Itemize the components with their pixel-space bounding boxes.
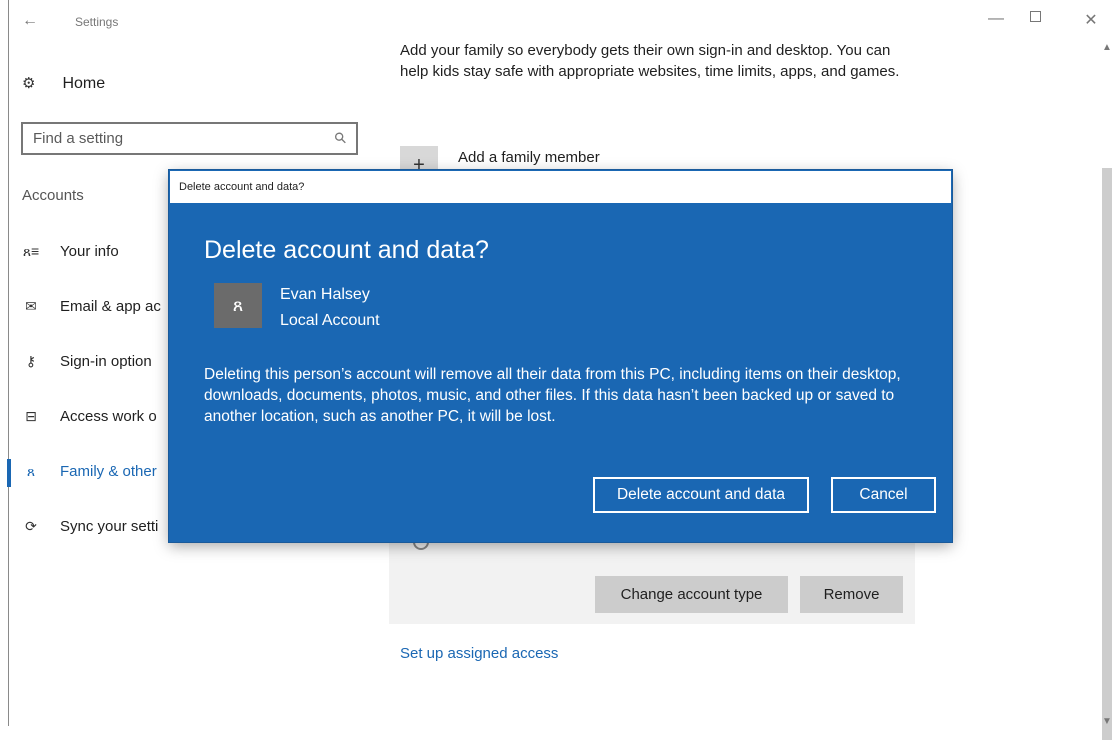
dialog-warning-text: Deleting this person’s account will remo… <box>204 366 901 425</box>
sidebar-item-label: Family & other <box>60 463 157 480</box>
minimize-button[interactable]: — <box>983 10 1009 28</box>
sync-icon: ⟳ <box>25 518 37 534</box>
cancel-button[interactable]: Cancel <box>831 477 936 513</box>
search-icon[interactable]: ⚲ <box>330 128 351 148</box>
dialog-title-bar: Delete account and data? <box>169 170 952 204</box>
mail-icon: ✉ <box>25 298 37 314</box>
close-button[interactable]: ✕ <box>1078 10 1104 30</box>
home-label: Home <box>62 75 106 92</box>
user-name: Evan Halsey <box>280 286 370 303</box>
add-family-member-label: Add a family member <box>458 149 600 166</box>
user-account-type: Local Account <box>280 312 380 329</box>
search-input[interactable] <box>33 130 313 147</box>
scroll-up-arrow-icon[interactable]: ▲ <box>1102 42 1112 53</box>
change-account-type-button[interactable]: Change account type <box>595 576 788 613</box>
remove-button[interactable]: Remove <box>800 576 903 613</box>
sidebar-item-label: Sign-in option <box>60 353 152 370</box>
sidebar-item-label: Email & app ac <box>60 298 161 315</box>
key-icon: ⚷ <box>25 353 37 369</box>
briefcase-icon: ⊟ <box>25 408 37 424</box>
assigned-access-link[interactable]: Set up assigned access <box>400 645 558 662</box>
scroll-down-arrow-icon[interactable]: ▼ <box>1102 716 1112 727</box>
dialog-window-title: Delete account and data? <box>179 181 305 193</box>
person-card-icon: ጸ≡ <box>22 243 40 259</box>
delete-account-dialog: Delete account and data? Delete account … <box>169 170 952 542</box>
search-box[interactable]: ⚲ <box>21 122 358 155</box>
people-icon: ጸ <box>26 463 36 479</box>
dialog-heading: Delete account and data? <box>204 236 489 264</box>
section-label-accounts: Accounts <box>22 187 84 204</box>
scroll-thumb[interactable] <box>1102 168 1112 740</box>
scrollbar[interactable]: ▲ ▼ <box>1100 40 1114 740</box>
gear-icon: ⚙ <box>22 75 36 92</box>
family-intro-text: Add your family so everybody gets their … <box>400 42 900 80</box>
sidebar-item-label: Access work o <box>60 408 157 425</box>
user-avatar-icon: ጸ <box>214 283 262 328</box>
sidebar-home[interactable]: ⚙ Home <box>22 74 105 93</box>
sidebar-item-label: Sync your setti <box>60 518 159 535</box>
delete-account-and-data-button[interactable]: Delete account and data <box>593 477 809 513</box>
sidebar-item-label: Your info <box>60 243 119 260</box>
maximize-button[interactable] <box>1030 11 1041 22</box>
